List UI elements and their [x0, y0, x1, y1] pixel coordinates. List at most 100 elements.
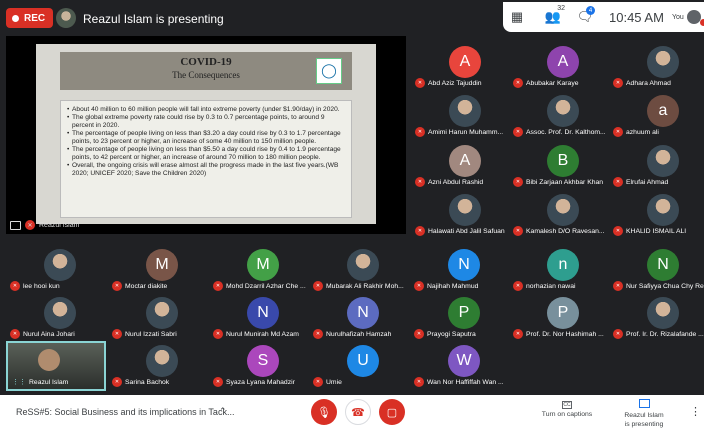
participant-tile[interactable]: S ✕ Syaza Lyana Mahadzir: [213, 344, 313, 389]
participant-tile[interactable]: N ✕ Nurulhafizah Hamzah: [313, 296, 413, 341]
presenting-line1: Reazul Islam: [624, 412, 664, 420]
mic-muted-icon: ✕: [613, 78, 623, 88]
participant-name: Nurul Izzati Sabri: [125, 330, 177, 338]
more-options-icon[interactable]: ⋮: [690, 405, 701, 418]
participant-tile[interactable]: n ✕ norhazian nawai: [513, 248, 613, 293]
mic-muted-icon: ✕: [414, 377, 424, 387]
slide-bullet: The percentage of people living on less …: [67, 146, 345, 162]
participant-name-row: ✕ Najihah Mahmud: [414, 281, 478, 291]
top-bar: REC Reazul Islam is presenting ▦ 👥 32 🗨 …: [0, 0, 704, 36]
mic-muted-icon: ✕: [415, 78, 425, 88]
participant-avatar: [44, 297, 76, 329]
participant-name-row: ✕ Umie: [313, 377, 342, 387]
participant-name-row: ✕ Azni Abdul Rashid: [415, 177, 483, 187]
chat-button[interactable]: 🗨 4: [571, 4, 599, 30]
presenter-tag: Reazul Islam: [39, 221, 80, 229]
participant-avatar: M: [247, 249, 279, 281]
mic-muted-icon: ✕: [613, 226, 623, 236]
participant-tile[interactable]: N ✕ Najihah Mahmud: [414, 248, 514, 293]
participant-name-row: ✕ Prayogi Saputra: [414, 329, 476, 339]
participant-name: Prayogi Saputra: [427, 330, 476, 338]
participant-tile[interactable]: A ✕ Azni Abdul Rashid: [415, 144, 515, 189]
participant-tile[interactable]: N ✕ Nurul Munirah Md Azam: [213, 296, 313, 341]
participant-tile[interactable]: ✕ lee hooi kun: [10, 248, 110, 293]
participant-name: Najihah Mahmud: [427, 282, 479, 290]
participant-name: Prof. Dr. Nor Hashimah ...: [526, 330, 604, 338]
participant-tile[interactable]: ✕ Sarina Bachok: [112, 344, 212, 389]
participant-name: Bibi Zarjaan Akhbar Khan: [526, 178, 604, 186]
participant-tile[interactable]: M ✕ Moctar diakite: [112, 248, 212, 293]
participant-name: Amimi Harun Muhamm...: [428, 128, 504, 136]
mic-muted-icon: ✕: [415, 127, 425, 137]
participants-button[interactable]: 👥 32: [539, 4, 567, 30]
participant-tile[interactable]: ✕ Amimi Harun Muhamm...: [415, 94, 515, 139]
participant-name-row: ✕ Nurul Izzati Sabri: [112, 329, 177, 339]
mic-muted-icon: ✕: [513, 78, 523, 88]
mic-muted-icon: ✕: [25, 220, 35, 230]
participant-avatar: M: [146, 249, 178, 281]
participant-name-row: ✕ Nurul Aina Johari: [10, 329, 75, 339]
participant-avatar: [647, 297, 679, 329]
participant-tile[interactable]: ✕ Halawati Abd Jalil Safuan: [415, 193, 515, 238]
mic-muted-icon: ✕: [112, 329, 122, 339]
camera-toggle-button[interactable]: ▢: [379, 399, 405, 425]
participant-tile[interactable]: ✕ Nurul Aina Johari: [10, 296, 110, 341]
participant-tile[interactable]: A ✕ Abd Aziz Tajuddin: [415, 45, 515, 90]
participant-tile[interactable]: ✕ Elrufai Ahmad: [613, 144, 704, 189]
participant-name: Nurul Munirah Md Azam: [226, 330, 299, 338]
grid-layout-icon[interactable]: ▦: [503, 4, 531, 30]
participant-tile[interactable]: ✕ KHALID ISMAIL ALI: [613, 193, 704, 238]
mic-muted-icon: ✕: [613, 329, 623, 339]
chat-count: 4: [586, 6, 595, 15]
participant-tile[interactable]: A ✕ Abubakar Karaye: [513, 45, 613, 90]
participant-name: Abubakar Karaye: [526, 79, 579, 87]
participant-tile[interactable]: ✕ Nurul Izzati Sabri: [112, 296, 212, 341]
self-avatar[interactable]: [686, 10, 704, 26]
participant-tile[interactable]: P ✕ Prof. Dr. Nor Hashimah ...: [513, 296, 613, 341]
participant-tile[interactable]: M ✕ Mohd Dzarril Azhar Che ...: [213, 248, 313, 293]
cc-icon: CC: [562, 401, 572, 409]
presentation-tile[interactable]: COVID-19 The Consequences ◯ About 40 mil…: [6, 36, 406, 234]
mic-muted-icon: ✕: [213, 281, 223, 291]
participant-tile[interactable]: U ✕ Umie: [313, 344, 413, 389]
chevron-up-icon[interactable]: ⌃: [219, 406, 227, 417]
slide: COVID-19 The Consequences ◯ About 40 mil…: [36, 44, 376, 224]
participant-name: Halawati Abd Jalil Safuan: [428, 227, 505, 235]
presenting-button[interactable]: Reazul Islam is presenting: [615, 399, 673, 429]
participant-avatar: [146, 297, 178, 329]
right-toolbar: ▦ 👥 32 🗨 4 10:45 AM You: [503, 2, 704, 32]
participant-name: Umie: [326, 378, 342, 386]
recording-badge: REC: [6, 8, 54, 28]
leave-call-button[interactable]: ☎: [345, 399, 371, 425]
participant-name: Nurulhafizah Hamzah: [326, 330, 392, 338]
participant-tile[interactable]: a ✕ azhuum ali: [613, 94, 704, 139]
participant-tile[interactable]: ✕ Mubarak Ali Rakhir Moh...: [313, 248, 413, 293]
slide-bullet: The global extreme poverty rate could ri…: [67, 114, 345, 130]
mic-muted-icon: ✕: [613, 127, 623, 137]
participant-name: Azni Abdul Rashid: [428, 178, 484, 186]
participant-tile[interactable]: B ✕ Bibi Zarjaan Akhbar Khan: [513, 144, 613, 189]
slide-subtitle: The Consequences: [172, 70, 240, 80]
mic-muted-icon: ✕: [213, 377, 223, 387]
mic-muted-icon: ✕: [513, 281, 523, 291]
participant-name: Syaza Lyana Mahadzir: [226, 378, 295, 386]
participant-tile[interactable]: W ✕ Wan Nor Haffiffah Wan ...: [414, 344, 514, 389]
self-video-tile[interactable]: ⋮⋮ Reazul Islam: [6, 341, 106, 391]
participant-tile[interactable]: ✕ Assoc. Prof. Dr. Kalthom...: [513, 94, 613, 139]
camera-off-icon: ▢: [386, 406, 398, 419]
mic-off-icon: 🎙: [317, 406, 331, 419]
participant-name-row: ✕ Amimi Harun Muhamm...: [415, 127, 503, 137]
participant-tile[interactable]: ✕ Prof. Ir. Dr. Rizalafande ...: [613, 296, 704, 341]
mic-toggle-button[interactable]: 🎙: [311, 399, 337, 425]
participant-avatar: N: [448, 249, 480, 281]
participant-tile[interactable]: ✕ Adhara Ahmad: [613, 45, 704, 90]
mic-muted-icon: ✕: [513, 127, 523, 137]
participant-name: Moctar diakite: [125, 282, 168, 290]
captions-button[interactable]: CC Turn on captions: [538, 401, 596, 418]
mic-muted-icon: ✕: [415, 177, 425, 187]
participant-tile[interactable]: ✕ Kamalesh D/O Ravesan...: [513, 193, 613, 238]
mic-muted-icon: ✕: [613, 281, 623, 291]
participant-tile[interactable]: P ✕ Prayogi Saputra: [414, 296, 514, 341]
participant-tile[interactable]: N ✕ Nur Safiyya Chua Chy Re: [613, 248, 704, 293]
meeting-title[interactable]: ReSS#5: Social Business and its implicat…: [16, 407, 234, 417]
